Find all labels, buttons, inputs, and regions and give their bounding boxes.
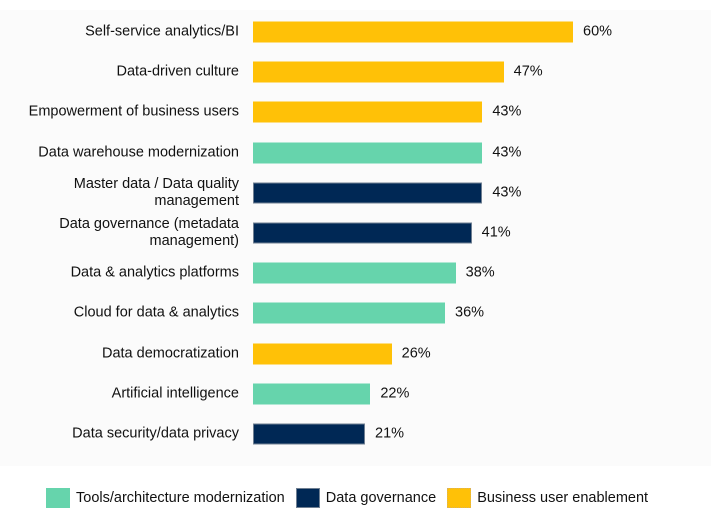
value-label: 26%	[401, 345, 431, 362]
bar	[253, 21, 573, 43]
category-label: Cloud for data & analytics	[73, 304, 239, 321]
legend-swatch-tools	[46, 488, 70, 508]
value-label: 22%	[380, 385, 410, 402]
category-label: Empowerment of business users	[28, 103, 239, 120]
bar-row: Cloud for data & analytics 36%	[0, 293, 725, 333]
bar-row: Data security/data privacy 21%	[0, 414, 725, 454]
bar-row: Master data / Data quality management 43%	[0, 173, 725, 213]
legend-item-business: Business user enablement	[447, 488, 648, 508]
value-label: 43%	[492, 184, 522, 201]
legend-label-tools: Tools/architecture modernization	[76, 490, 285, 506]
value-label: 60%	[583, 23, 613, 40]
legend-item-governance: Data governance	[295, 488, 437, 508]
bar	[253, 61, 504, 83]
bar	[253, 302, 445, 324]
legend-label-governance: Data governance	[325, 490, 437, 506]
bar-row: Self-service analytics/BI 60%	[0, 12, 725, 52]
category-label: Master data / Data quality management	[73, 175, 239, 209]
bar-row: Data democratization 26%	[0, 334, 725, 374]
value-label: 41%	[481, 224, 511, 241]
bar	[253, 262, 456, 284]
bar-row: Data governance (metadata management) 41%	[0, 213, 725, 253]
legend-swatch-governance	[295, 488, 320, 508]
category-label: Data security/data privacy	[72, 425, 239, 442]
value-label: 21%	[375, 425, 405, 442]
bar	[253, 222, 472, 244]
bar	[253, 142, 483, 164]
value-label: 38%	[465, 264, 495, 281]
legend-label-business: Business user enablement	[477, 490, 649, 506]
bar-row: Empowerment of business users 43%	[0, 92, 725, 132]
category-label: Data democratization	[101, 345, 239, 362]
legend-item-tools: Tools/architecture modernization	[46, 488, 285, 508]
value-label: 36%	[455, 304, 485, 321]
bar	[253, 101, 483, 123]
bar-row: Data-driven culture 47%	[0, 52, 725, 92]
category-label: Artificial intelligence	[111, 385, 239, 402]
bar	[253, 343, 392, 365]
value-label: 43%	[492, 144, 522, 161]
bar-row: Artificial intelligence 22%	[0, 374, 725, 414]
legend: Tools/architecture modernization Data go…	[46, 486, 659, 510]
category-label: Data warehouse modernization	[38, 144, 239, 161]
category-label: Self-service analytics/BI	[85, 23, 239, 40]
legend-swatch-business	[447, 488, 472, 508]
bar-row: Data warehouse modernization 43%	[0, 133, 725, 173]
bar	[253, 383, 371, 405]
bar	[253, 423, 365, 445]
category-label: Data governance (metadata management)	[59, 216, 239, 249]
category-label: Data & analytics platforms	[70, 264, 239, 281]
bar-row: Data & analytics platforms 38%	[0, 253, 725, 293]
value-label: 43%	[492, 103, 522, 120]
bar	[253, 182, 483, 204]
value-label: 47%	[513, 63, 543, 80]
category-label: Data-driven culture	[116, 63, 240, 80]
